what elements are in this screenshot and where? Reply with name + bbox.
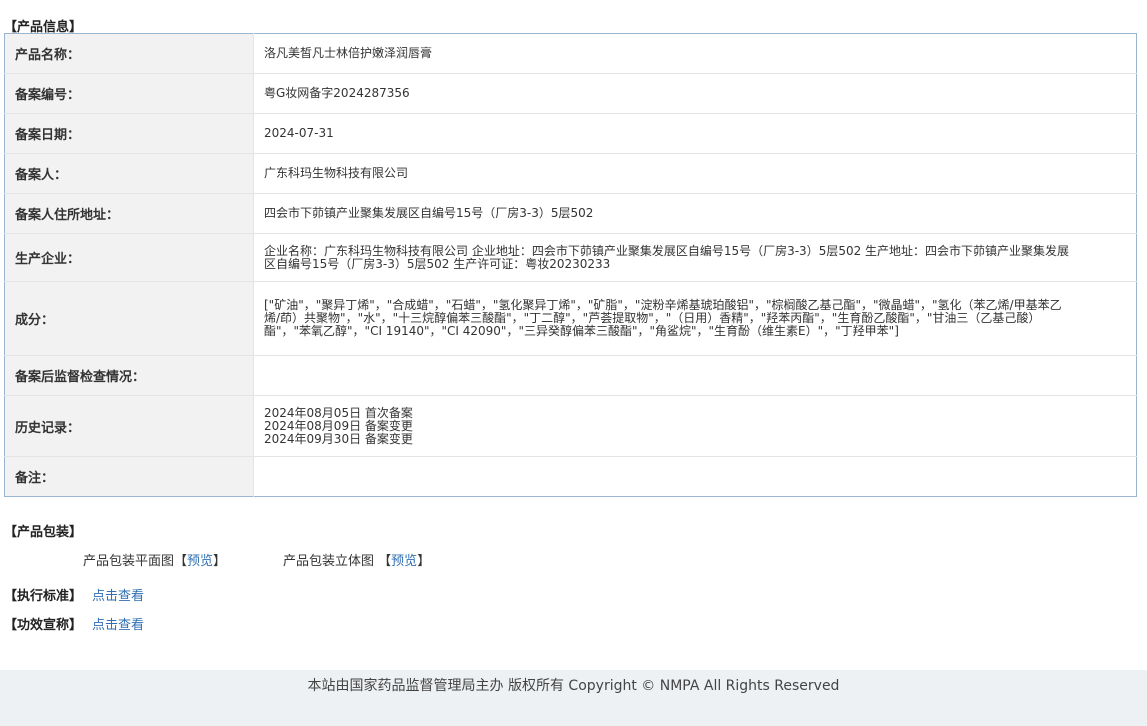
row-label-filing-date: 备案日期： [4,113,254,154]
standard-title: 【执行标准】 [4,589,83,604]
row-label-history: 历史记录： [4,395,254,457]
site-footer: 本站由国家药品监督管理局主办 版权所有 Copyright © NMPA All… [0,670,1147,726]
row-label-filer: 备案人： [4,153,254,194]
row-label-filing-number: 备案编号： [4,73,254,114]
standard-row: 【执行标准】 点击查看 [4,585,144,604]
table-row: 备案编号： 粤G妆网备字2024287356 [4,73,1137,114]
bracket-open: 【 [174,554,188,569]
table-row: 生产企业： 企业名称：广东科玛生物科技有限公司 企业地址：四会市下茆镇产业聚集发… [4,233,1137,282]
row-value-product-name: 洛凡美皙凡士林倍护嫩泽润唇膏 [253,33,1137,74]
table-row: 产品名称： 洛凡美皙凡士林倍护嫩泽润唇膏 [4,33,1137,74]
packaging-flat-item: 产品包装平面图【预览】 [83,550,226,569]
bracket-close: 】 [417,554,431,569]
claims-title: 【功效宣称】 [4,618,83,633]
row-value-filer-address: 四会市下茆镇产业聚集发展区自编号15号（厂房3-3）5层502 [253,193,1137,234]
row-value-filing-date: 2024-07-31 [253,113,1137,154]
table-row: 备案人住所地址： 四会市下茆镇产业聚集发展区自编号15号（厂房3-3）5层502 [4,193,1137,234]
footer-copyright: 本站由国家药品监督管理局主办 版权所有 Copyright © NMPA All… [307,678,840,694]
row-label-remarks: 备注： [4,456,254,497]
row-value-history: 2024年08月05日 首次备案 2024年08月09日 备案变更 2024年0… [253,395,1137,457]
table-row: 历史记录： 2024年08月05日 首次备案 2024年08月09日 备案变更 … [4,395,1137,457]
row-label-manufacturer: 生产企业： [4,233,254,282]
table-row: 备案日期： 2024-07-31 [4,113,1137,154]
table-row: 备注： [4,456,1137,497]
row-value-ingredients: ["矿油"，"聚异丁烯"，"合成蜡"，"石蜡"，"氢化聚异丁烯"，"矿脂"，"淀… [253,281,1137,356]
packaging-3d-item: 产品包装立体图 【预览】 [283,550,430,569]
row-value-filing-number: 粤G妆网备字2024287356 [253,73,1137,114]
standard-view-link[interactable]: 点击查看 [92,589,144,604]
claims-row: 【功效宣称】 点击查看 [4,614,144,633]
packaging-flat-preview-link[interactable]: 预览 [187,554,213,569]
packaging-3d-label: 产品包装立体图 [283,554,375,569]
table-row: 备案人： 广东科玛生物科技有限公司 [4,153,1137,194]
packaging-3d-preview-link[interactable]: 预览 [391,554,417,569]
row-label-inspection: 备案后监督检查情况： [4,355,254,396]
table-row: 备案后监督检查情况： [4,355,1137,396]
row-label-filer-address: 备案人住所地址： [4,193,254,234]
row-value-filer: 广东科玛生物科技有限公司 [253,153,1137,194]
row-value-remarks [253,456,1137,497]
bracket-close: 】 [213,554,227,569]
packaging-flat-label: 产品包装平面图 [83,554,175,569]
row-label-ingredients: 成分： [4,281,254,356]
row-value-inspection [253,355,1137,396]
product-info-table: 产品名称： 洛凡美皙凡士林倍护嫩泽润唇膏 备案编号： 粤G妆网备字2024287… [4,33,1137,497]
table-row: 成分： ["矿油"，"聚异丁烯"，"合成蜡"，"石蜡"，"氢化聚异丁烯"，"矿脂… [4,281,1137,356]
claims-view-link[interactable]: 点击查看 [92,618,144,633]
row-label-product-name: 产品名称： [4,33,254,74]
bracket-open: 【 [378,554,392,569]
packaging-section-title: 【产品包装】 [4,525,83,540]
row-value-manufacturer: 企业名称：广东科玛生物科技有限公司 企业地址：四会市下茆镇产业聚集发展区自编号1… [253,233,1137,282]
